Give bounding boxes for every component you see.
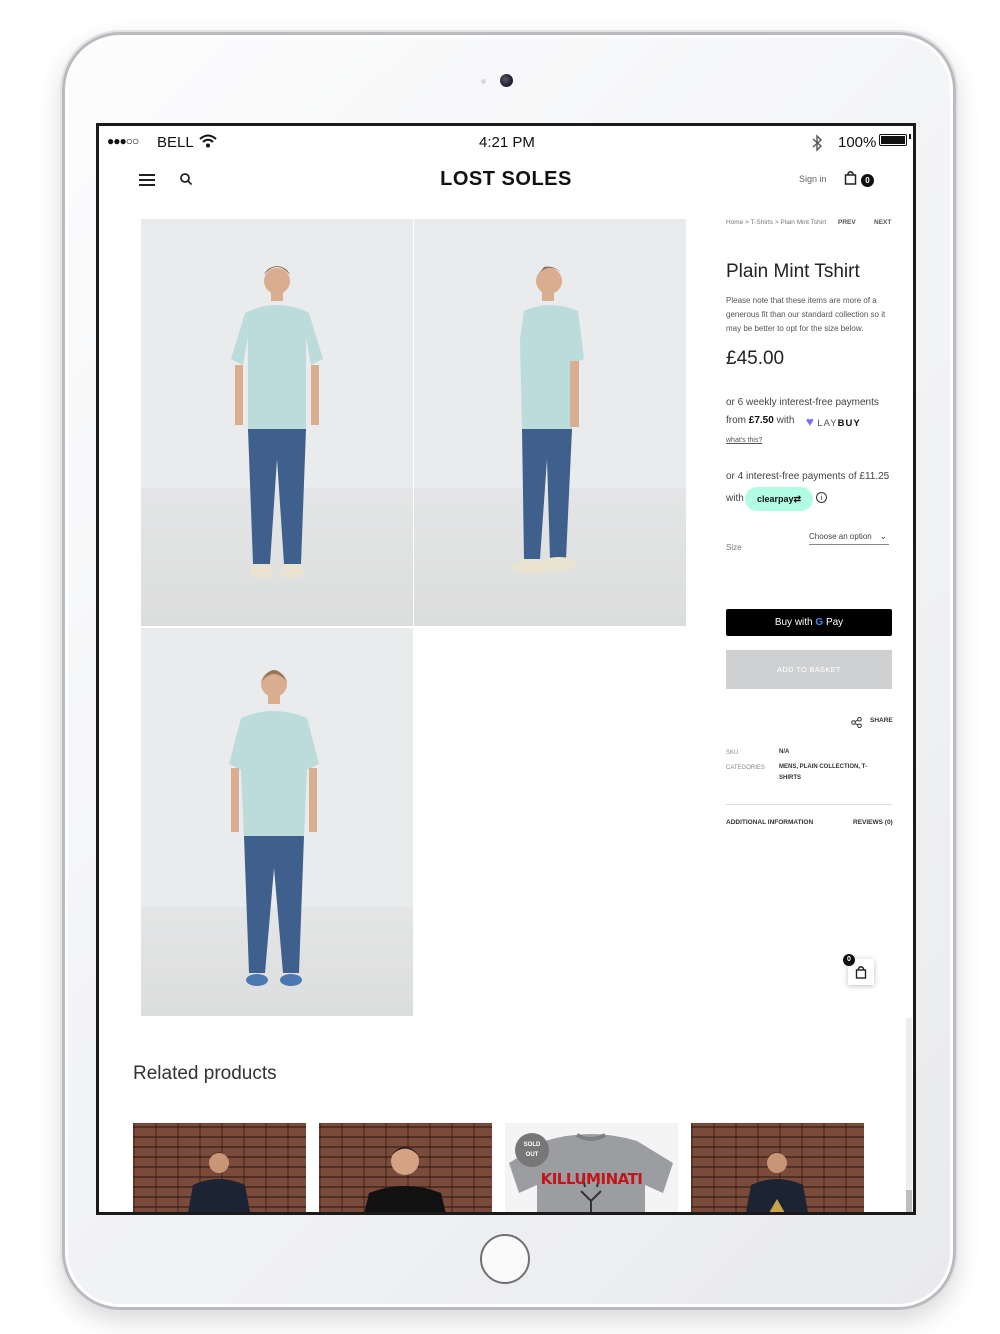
related-product-card[interactable] [691,1123,864,1212]
sign-in-link[interactable]: Sign in [799,174,827,184]
clearpay-badge: clearpay⇄ [745,487,813,511]
share-label[interactable]: SHARE [870,717,893,724]
size-label: Size [726,543,742,552]
laybuy-logo: ♥ LAYBUY [806,414,861,429]
tab-reviews[interactable]: REVIEWS (0) [853,819,893,826]
tab-additional-information[interactable]: ADDITIONAL INFORMATION [726,819,813,826]
laybuy-from: from [726,415,749,426]
laybuy-amount: £7.50 [748,415,774,426]
shirt-print-text: KILLUMINATI [540,1170,643,1188]
sku-value: N/A [779,749,790,755]
size-select-value: Choose an option [809,532,872,541]
scrollbar-thumb[interactable] [906,1190,912,1212]
divider [726,804,892,805]
laybuy-amount-line: from £7.50 with [726,415,794,426]
sku-label: SKU [726,750,739,756]
floating-basket-count: 0 [843,954,855,966]
clearpay-with: with [726,493,744,504]
categories-value[interactable]: MENS, PLAIN COLLECTION, T-SHIRTS [779,762,879,784]
clock: 4:21 PM [479,134,535,151]
site-logo[interactable]: LOST SOLES [99,168,913,191]
basket-count-badge[interactable]: 0 [861,174,874,187]
bluetooth-icon [811,134,823,156]
product-image-back[interactable] [141,628,413,1016]
status-bar: ●●●○○ BELL 4:21 PM 100% [99,126,913,160]
laybuy-heart-icon: ♥ [806,414,814,429]
product-price: £45.00 [726,348,785,369]
related-product-card[interactable]: KILLUMINATI SOLD OUT [505,1123,678,1212]
breadcrumb[interactable]: Home > T-Shirts > Plain Mint Tshirt [726,219,826,226]
laybuy-with: with [773,415,795,426]
chevron-down-icon: ⌄ [879,531,887,541]
laybuy-whats-this-link[interactable]: what's this? [726,437,762,444]
share-icon[interactable] [851,715,862,733]
home-button[interactable] [480,1234,530,1284]
battery-tip [909,134,911,139]
carrier-name: BELL [157,134,194,151]
google-pay-button[interactable]: Buy with G Pay [726,609,892,636]
prev-product-link[interactable]: PREV [838,219,856,226]
screen: ●●●○○ BELL 4:21 PM 100% LOST SOLES Sign … [96,123,916,1215]
related-product-card[interactable] [319,1123,492,1212]
clearpay-text: or 4 interest-free payments of £11.25 [726,471,890,482]
product-title: Plain Mint Tshirt [726,261,860,282]
proximity-sensor [481,79,486,84]
wifi-icon [199,134,217,152]
front-camera [500,74,513,87]
product-image-side[interactable] [414,219,686,626]
product-fit-note: Please note that these items are more of… [726,296,886,333]
sold-out-badge: SOLD OUT [515,1133,549,1167]
laybuy-text: or 6 weekly interest-free payments [726,397,879,408]
next-product-link[interactable]: NEXT [874,219,891,226]
battery-icon [879,134,907,146]
related-product-card[interactable] [133,1123,306,1212]
add-to-basket-button[interactable]: ADD TO BASKET [726,650,892,689]
categories-label: CATEGORIES [726,765,765,771]
google-g-icon: G [815,617,824,628]
info-icon[interactable]: i [816,492,827,503]
site-header: LOST SOLES Sign in 0 [99,160,913,210]
scrollbar[interactable] [906,1018,912,1212]
related-products-title: Related products [133,1063,277,1084]
size-select[interactable]: Choose an option ⌄ [809,531,889,545]
battery-percentage: 100% [838,134,877,151]
signal-strength: ●●●○○ [107,134,139,148]
bag-icon[interactable] [844,170,857,190]
product-image-front[interactable] [141,219,413,626]
